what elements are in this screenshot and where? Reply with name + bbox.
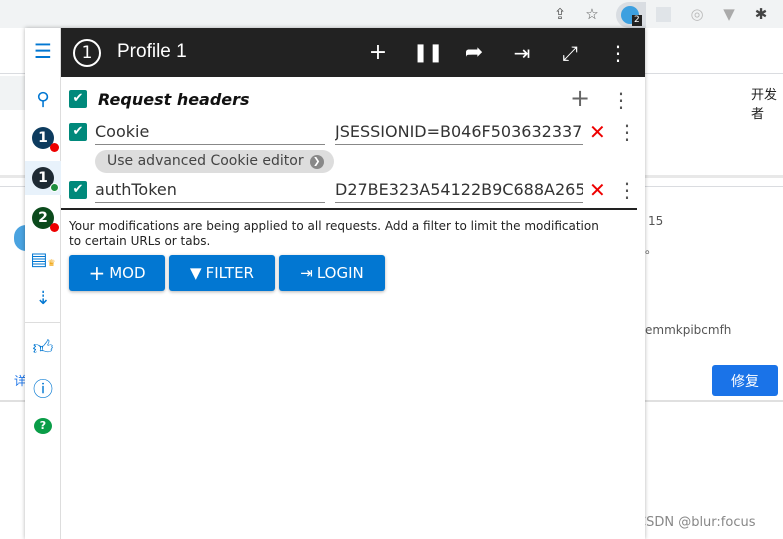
- add-mod-button[interactable]: + MOD: [69, 255, 165, 291]
- bg-text: emmkpibcmfh: [645, 323, 732, 337]
- vue-devtools-icon[interactable]: ▼: [720, 5, 738, 23]
- sort-icon[interactable]: ⇣: [25, 281, 61, 315]
- share-forward-icon[interactable]: ➦: [461, 40, 487, 66]
- chevron-right-icon: ❯: [309, 154, 324, 169]
- profile-header: 1 Profile 1 + ❚❚ ➦ ⇥ ⤢ ⋮: [61, 28, 645, 77]
- extension-badge: 2: [632, 15, 642, 26]
- sidebar: ☰ ⚲ 1 1 2 ▤ ♛ ⇣ 👍︎ ⓘ ?: [25, 28, 61, 539]
- login-enter-icon[interactable]: ⇥: [509, 40, 535, 66]
- section-title: Request headers: [98, 90, 250, 109]
- modheader-popup: ☰ ⚲ 1 1 2 ▤ ♛ ⇣ 👍︎ ⓘ ? 1 Profile 1 + ❚❚ ➦…: [25, 28, 645, 539]
- repair-button[interactable]: 修复: [712, 365, 778, 396]
- search-icon[interactable]: ⚲: [25, 82, 61, 116]
- react-devtools-icon[interactable]: [656, 7, 671, 22]
- expand-icon[interactable]: ⤢: [557, 40, 583, 66]
- header-checkbox[interactable]: ✔: [69, 123, 87, 141]
- section-more-icon[interactable]: ⋮: [611, 88, 631, 112]
- sidebar-profile-2[interactable]: 2: [25, 201, 61, 235]
- add-icon[interactable]: +: [365, 40, 391, 66]
- more-vert-icon[interactable]: ⋮: [605, 40, 631, 66]
- info-text: Your modifications are being applied to …: [69, 219, 599, 248]
- sidebar-profile-1-active[interactable]: 1: [25, 161, 61, 195]
- bookmark-star-icon[interactable]: ☆: [583, 5, 601, 23]
- feedback-chat-icon[interactable]: ?: [25, 409, 61, 443]
- menu-icon[interactable]: ☰: [25, 34, 61, 68]
- profile-avatar: 1: [32, 167, 59, 192]
- divider: [61, 208, 637, 210]
- profile-title[interactable]: Profile 1: [117, 41, 187, 63]
- extensions-puzzle-icon[interactable]: ✱: [752, 5, 770, 23]
- section-checkbox[interactable]: ✔: [69, 90, 87, 108]
- bg-panel: [0, 76, 25, 110]
- help-icon[interactable]: ⓘ: [25, 370, 61, 404]
- login-button[interactable]: ⇥ LOGIN: [279, 255, 385, 291]
- add-filter-button[interactable]: ▼ FILTER: [169, 255, 275, 291]
- bg-text: 15: [648, 214, 664, 228]
- add-header-icon[interactable]: +: [570, 86, 590, 110]
- export-file-icon[interactable]: ▤ ♛: [25, 242, 61, 276]
- header-name-input[interactable]: Cookie: [95, 121, 325, 145]
- header-value-input[interactable]: JSESSIONID=B046F5036323379: [335, 121, 583, 145]
- profile-avatar: 2: [32, 207, 59, 232]
- delete-icon[interactable]: ✕: [589, 122, 606, 142]
- sidebar-profile-1[interactable]: 1: [25, 121, 61, 155]
- bg-text: 。: [645, 242, 658, 256]
- cookie-editor-chip[interactable]: Use advanced Cookie editor ❯: [95, 150, 334, 173]
- pause-icon[interactable]: ❚❚: [413, 40, 443, 66]
- filter-icon: ▼: [190, 264, 202, 282]
- thumbs-up-icon[interactable]: 👍︎: [25, 330, 61, 364]
- header-checkbox[interactable]: ✔: [69, 181, 87, 199]
- watermark: CSDN @blur:focus: [637, 515, 756, 530]
- header-name-input[interactable]: authToken: [95, 179, 325, 203]
- bg-text: 开发者: [751, 88, 778, 122]
- profile-number-badge[interactable]: 1: [73, 39, 101, 67]
- delete-icon[interactable]: ✕: [589, 180, 606, 200]
- plus-icon: +: [88, 261, 106, 285]
- login-icon: ⇥: [300, 264, 313, 282]
- profile-avatar: 1: [32, 127, 59, 152]
- header-value-input[interactable]: D27BE323A54122B9C688A265: [335, 179, 583, 203]
- extension-target-icon[interactable]: ◎: [688, 5, 706, 23]
- share-icon[interactable]: ⇪: [551, 5, 569, 23]
- header-more-icon[interactable]: ⋮: [617, 178, 637, 202]
- header-more-icon[interactable]: ⋮: [617, 120, 637, 144]
